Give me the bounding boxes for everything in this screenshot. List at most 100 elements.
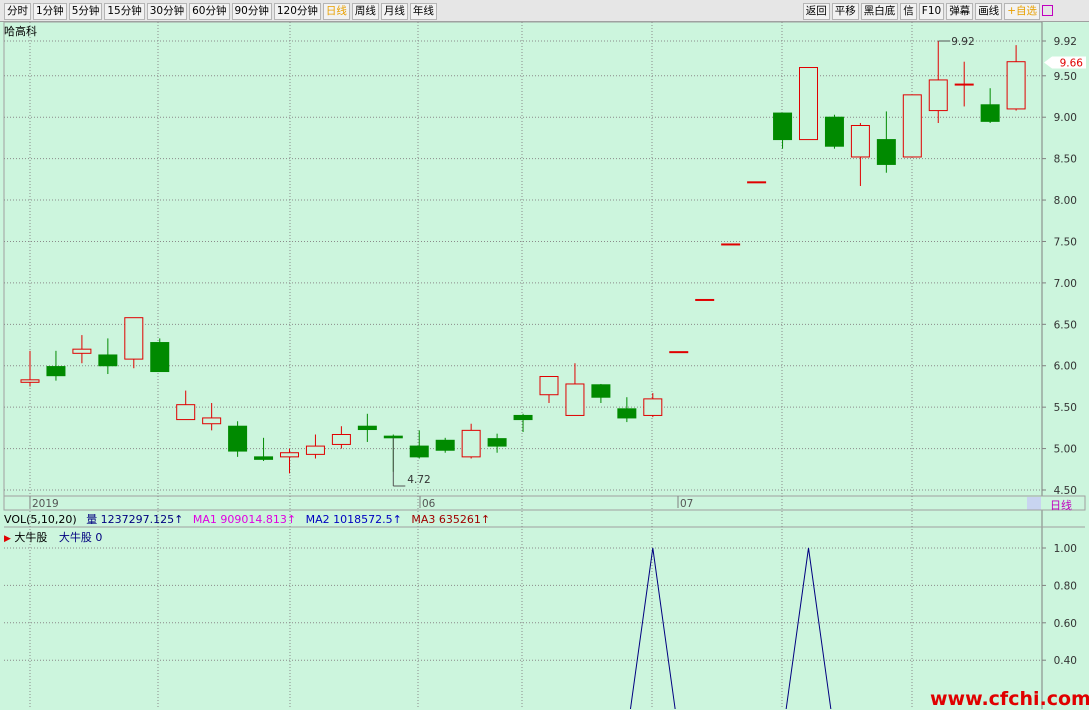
- candle-body: [228, 425, 248, 452]
- custom-indicator-header: ▶ 大牛股 大牛股 0: [4, 529, 102, 545]
- indicator-value: 0: [95, 531, 103, 544]
- candle-body: [46, 366, 66, 377]
- candle-body: [721, 243, 741, 246]
- candle-body: [176, 404, 196, 421]
- tab-period-1[interactable]: 1分钟: [33, 3, 67, 20]
- indicator-name[interactable]: 大牛股: [14, 531, 47, 544]
- vol-ma1: MA1 909014.813↑: [192, 513, 297, 526]
- tab-period-2[interactable]: 5分钟: [68, 3, 103, 20]
- candle-body: [565, 383, 585, 416]
- vol-value: 量 1237297.125↑: [86, 513, 184, 526]
- candle-body: [305, 445, 325, 455]
- vol-ma3: MA3 635261↑: [411, 513, 491, 526]
- price-tick-label: 9.50: [1054, 71, 1077, 83]
- candle-body: [280, 452, 299, 458]
- scroll-handle: [1027, 497, 1041, 510]
- time-tick-label: 2019: [32, 498, 59, 510]
- time-tick-label: 06: [422, 498, 436, 510]
- candle-body: [435, 439, 455, 451]
- candle-body: [902, 94, 922, 158]
- price-tick-label: 7.00: [1054, 278, 1077, 290]
- candle-body: [331, 433, 351, 445]
- period-label[interactable]: 日线: [1050, 497, 1072, 513]
- candle-body: [617, 408, 637, 419]
- price-panel-frame: [3, 21, 1043, 497]
- candle-body: [980, 104, 1000, 122]
- candle-body: [513, 414, 533, 421]
- tool-button-3[interactable]: 信: [900, 3, 917, 20]
- vol-ma2: MA2 1018572.5↑: [305, 513, 402, 526]
- time-axis-strip: [3, 495, 1086, 511]
- current-price-label: 9.66: [1060, 58, 1084, 70]
- price-tick-label: 9.92: [1054, 36, 1077, 48]
- price-tick-label: 8.50: [1054, 154, 1077, 166]
- price-tick-label: 8.00: [1054, 195, 1077, 207]
- tab-period-9[interactable]: 周线: [351, 3, 379, 20]
- tool-button-5[interactable]: 弹幕: [946, 3, 974, 20]
- period-toolbar: 分时 1分钟 5分钟 15分钟 30分钟 60分钟 90分钟 120分钟 日线 周线 月线 年线 返回…: [0, 0, 1089, 22]
- low-annotation: 4.72: [407, 474, 430, 486]
- price-tick-label: 6.00: [1054, 361, 1077, 373]
- stock-name: 哈高科: [4, 25, 37, 38]
- watermark: www.cfchi.com: [930, 688, 1089, 710]
- indicator-tick-label: 0.60: [1054, 618, 1077, 630]
- candle-body: [461, 429, 481, 458]
- candle-body: [747, 181, 767, 184]
- candle-body: [850, 124, 870, 158]
- tab-period-8[interactable]: 日线: [322, 3, 350, 20]
- volume-indicator-header: VOL(5,10,20) 量 1237297.125↑ MA1 909014.8…: [4, 511, 496, 527]
- vol-title: VOL(5,10,20): [4, 513, 77, 526]
- indicator-tick-label: 0.40: [1054, 655, 1077, 667]
- tab-period-7[interactable]: 120分钟: [273, 3, 321, 20]
- tool-buttons: 返回 平移 黑白底信 F10 弹幕 画线 +自选: [802, 3, 1042, 20]
- candle-body: [669, 351, 689, 354]
- candle-body: [824, 116, 844, 147]
- candle-body: [643, 398, 663, 416]
- candle-body: [383, 435, 403, 439]
- tool-button-6[interactable]: 画线: [975, 3, 1003, 20]
- candle-body: [72, 348, 92, 354]
- indicator-arrow-icon[interactable]: ▶: [4, 534, 11, 544]
- price-tick-label: 9.00: [1054, 112, 1077, 124]
- candle-body: [954, 83, 974, 86]
- tab-period-4[interactable]: 30分钟: [146, 3, 188, 20]
- tool-button-1[interactable]: 平移: [831, 3, 859, 20]
- candle-body: [150, 342, 170, 373]
- tab-period-6[interactable]: 90分钟: [231, 3, 272, 20]
- tool-button-4[interactable]: F10: [918, 3, 945, 20]
- tab-period-10[interactable]: 月线: [380, 3, 408, 20]
- candle-body: [487, 438, 507, 447]
- candle-body: [876, 139, 896, 165]
- price-tick-label: 4.50: [1054, 485, 1077, 497]
- tab-period-3[interactable]: 15分钟: [104, 3, 145, 20]
- candle-body: [409, 445, 429, 458]
- candle-body: [20, 379, 40, 383]
- candle-body: [773, 112, 793, 141]
- candlestick-chart[interactable]: 9.92 9.50 9.00 8.50 8.00 7.50 7.00 6.50 6.00 5.50…: [0, 0, 1089, 709]
- tool-button-2[interactable]: 黑白底: [860, 3, 899, 20]
- time-tick-label: 07: [680, 498, 693, 510]
- tool-button-0[interactable]: 返回: [802, 3, 830, 20]
- candle-body: [202, 417, 222, 425]
- indicator-tick-label: 0.80: [1054, 580, 1077, 592]
- candle-body: [357, 425, 377, 431]
- tab-period-11[interactable]: 年线: [409, 3, 437, 20]
- tab-period-5[interactable]: 60分钟: [189, 3, 230, 20]
- candle-body: [928, 79, 948, 112]
- candle-body: [254, 456, 274, 460]
- candle-body: [591, 384, 611, 398]
- indicator-line: [629, 547, 832, 709]
- candle-body: [98, 354, 118, 367]
- tool-button-7[interactable]: +自选: [1004, 3, 1040, 20]
- price-tick-label: 6.50: [1054, 319, 1077, 331]
- price-tick-label: 5.50: [1054, 402, 1077, 414]
- current-price-tag: [1044, 56, 1086, 69]
- price-tick-label: 5.00: [1054, 444, 1077, 456]
- indicator-tick-label: 1.00: [1054, 543, 1077, 555]
- panel-toggle-icon[interactable]: [1042, 5, 1053, 16]
- high-annotation: 9.92: [951, 36, 974, 48]
- candle-body: [539, 376, 559, 396]
- tab-period-0[interactable]: 分时: [4, 3, 31, 20]
- candle-body: [124, 317, 144, 360]
- candle-body: [1006, 61, 1026, 110]
